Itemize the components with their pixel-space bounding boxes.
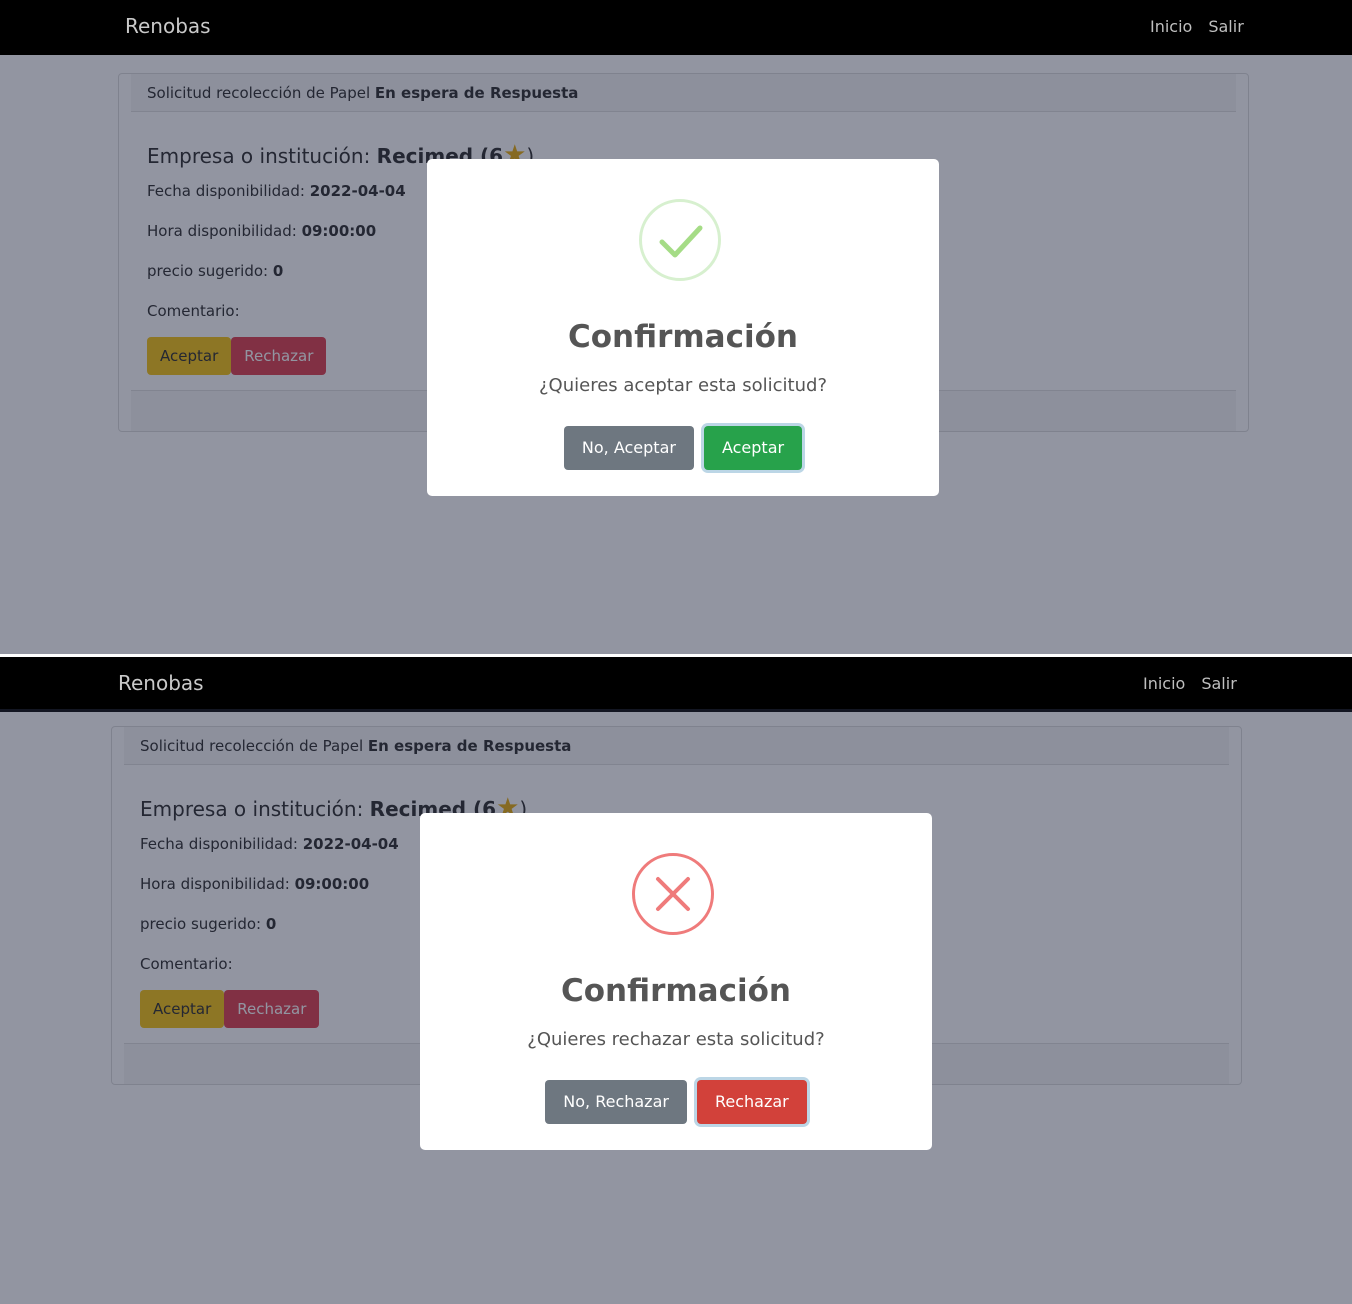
navbar: Renobas Inicio Salir — [0, 0, 1352, 55]
dialog-cancel-button[interactable]: No, Rechazar — [545, 1080, 687, 1124]
dialog-title: Confirmación — [568, 319, 798, 355]
nav-link-inicio[interactable]: Inicio — [1143, 674, 1185, 693]
dialog-cancel-button[interactable]: No, Aceptar — [563, 426, 694, 470]
screenshot-panel-accept: Renobas Inicio Salir Solicitud recolecci… — [0, 0, 1352, 654]
nav-links: Inicio Salir — [1150, 17, 1244, 36]
nav-links: Inicio Salir — [1143, 674, 1237, 693]
dialog-confirm-button[interactable]: Aceptar — [703, 426, 803, 470]
dialog-confirm-button[interactable]: Rechazar — [696, 1080, 807, 1124]
dialog-actions: No, Rechazar Rechazar — [420, 1080, 932, 1124]
dialog-actions: No, Aceptar Aceptar — [427, 426, 939, 470]
dialog-message: ¿Quieres rechazar esta solicitud? — [527, 1029, 825, 1050]
nav-link-inicio[interactable]: Inicio — [1150, 17, 1192, 36]
navbar-brand[interactable]: Renobas — [125, 14, 211, 38]
nav-link-salir[interactable]: Salir — [1208, 17, 1243, 36]
navbar-brand[interactable]: Renobas — [118, 671, 204, 695]
dialog-message: ¿Quieres aceptar esta solicitud? — [538, 375, 828, 396]
confirm-dialog: Confirmación ¿Quieres rechazar esta soli… — [420, 813, 932, 1150]
confirm-dialog: Confirmación ¿Quieres aceptar esta solic… — [427, 159, 939, 496]
screenshot-panel-reject: Renobas Inicio Salir Solicitud recolecci… — [0, 657, 1352, 1304]
error-x-icon — [632, 853, 714, 935]
dialog-title: Confirmación — [561, 973, 791, 1009]
navbar: Renobas Inicio Salir — [0, 657, 1352, 712]
nav-link-salir[interactable]: Salir — [1201, 674, 1236, 693]
success-check-icon — [639, 199, 721, 281]
